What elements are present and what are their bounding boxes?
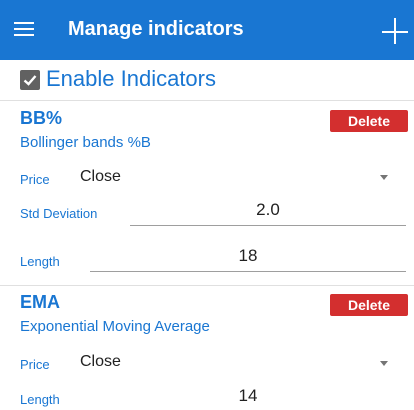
delete-indicator-button[interactable]: Delete [330, 110, 408, 132]
app-bar: Manage indicators [0, 0, 414, 60]
indicator-description: Bollinger bands %B [20, 134, 151, 151]
length-label: Length [20, 392, 60, 407]
divider [0, 100, 414, 101]
dropdown-arrow-icon[interactable] [380, 175, 388, 180]
dropdown-arrow-icon[interactable] [380, 361, 388, 366]
std-deviation-input[interactable]: 2.0 [130, 200, 406, 226]
indicator-title: EMA [20, 292, 60, 312]
price-select[interactable]: Close [80, 353, 121, 371]
page-title: Manage indicators [68, 18, 244, 40]
delete-indicator-button[interactable]: Delete [330, 294, 408, 316]
add-indicator-button[interactable] [382, 18, 410, 46]
length-input[interactable]: 18 [90, 246, 406, 272]
price-label: Price [20, 357, 50, 372]
indicator-description: Exponential Moving Average [20, 318, 210, 335]
divider [0, 285, 414, 286]
enable-indicators-label: Enable Indicators [46, 66, 216, 91]
price-label: Price [20, 172, 50, 187]
menu-icon[interactable] [14, 21, 34, 37]
length-label: Length [20, 254, 60, 269]
length-input[interactable]: 14 [90, 386, 406, 410]
price-select[interactable]: Close [80, 168, 121, 186]
std-deviation-label: Std Deviation [20, 206, 98, 221]
indicator-title: BB% [20, 108, 63, 128]
checkbox-checked-icon[interactable] [20, 70, 40, 90]
